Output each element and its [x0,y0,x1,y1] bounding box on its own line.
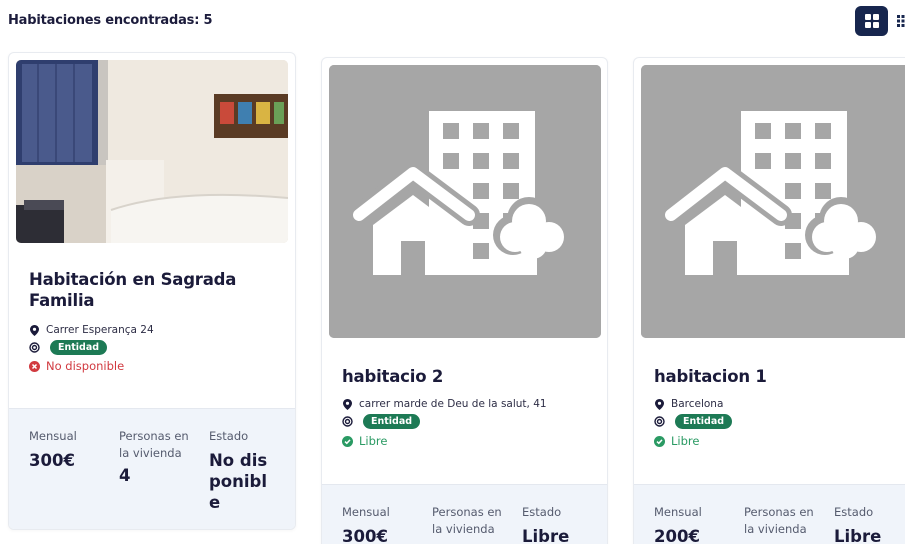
monthly-label: Mensual [29,429,77,443]
state-stat: Estado Libre [834,504,904,544]
state-label: Estado [834,505,874,519]
card-footer: Mensual 200€ Personas en la vivienda Est… [634,484,905,544]
monthly-value: 300€ [342,527,388,544]
entity-line: Entidad [342,414,421,429]
building-placeholder-icon [329,65,601,338]
monthly-stat: Mensual 300€ [29,428,77,471]
grid-large-icon [864,14,879,28]
card-footer: Mensual 300€ Personas en la vivienda Est… [322,484,607,544]
room-photo[interactable] [16,60,288,243]
monthly-stat: Mensual 200€ [654,504,702,544]
room-title[interactable]: habitacio 2 [342,366,443,387]
address-line: carrer marde de Deu de la salut, 41 [342,398,547,410]
room-photo[interactable] [641,65,905,338]
monthly-value: 300€ [29,451,75,470]
monthly-label: Mensual [342,505,390,519]
monthly-stat: Mensual 300€ [342,504,390,544]
target-icon [29,342,40,353]
status-text: No disponible [46,359,125,373]
address-line: Barcelona [654,398,723,410]
persons-value: 4 [119,466,131,485]
state-value: No disponible [209,451,268,512]
check-circle-icon [654,435,665,447]
persons-stat: Personas en la vivienda [432,504,502,538]
room-card[interactable]: habitacion 1 Barcelona Entidad Libre Men… [633,57,905,544]
building-placeholder-icon [641,65,905,338]
entity-badge: Entidad [50,340,108,355]
bedroom-photo [16,60,288,243]
map-pin-icon [342,398,353,410]
status-line: No disponible [29,359,124,373]
status-line: Libre [654,434,699,448]
room-title[interactable]: Habitación en Sagrada Familia [29,269,279,311]
persons-stat: Personas en la vivienda [744,504,814,538]
state-value: Libre [522,527,570,544]
entity-badge: Entidad [363,414,421,429]
grid-small-icon [897,15,905,27]
check-circle-icon [342,435,353,447]
status-text: Libre [671,434,700,448]
room-card[interactable]: habitacio 2 carrer marde de Deu de la sa… [321,57,608,544]
state-stat: Estado No disponible [209,428,279,513]
monthly-value: 200€ [654,527,700,544]
state-label: Estado [209,429,249,443]
compact-grid-view-button[interactable] [894,6,905,36]
status-text: Libre [359,434,388,448]
state-label: Estado [522,505,562,519]
state-value: Libre [834,527,882,544]
address-line: Carrer Esperança 24 [29,324,154,336]
room-title[interactable]: habitacion 1 [654,366,767,387]
entity-badge: Entidad [675,414,733,429]
status-line: Libre [342,434,387,448]
persons-stat: Personas en la vivienda 4 [119,428,189,486]
room-photo[interactable] [329,65,601,338]
address-text: carrer marde de Deu de la salut, 41 [359,398,547,410]
map-pin-icon [654,398,665,410]
monthly-label: Mensual [654,505,702,519]
state-stat: Estado Libre [522,504,592,544]
address-text: Barcelona [671,398,724,410]
target-icon [342,416,353,427]
persons-label: Personas en la vivienda [432,505,502,536]
error-circle-icon [29,360,40,372]
card-footer: Mensual 300€ Personas en la vivienda 4 E… [9,408,295,529]
map-pin-icon [29,324,40,336]
target-icon [654,416,665,427]
entity-line: Entidad [29,340,108,355]
results-count: Habitaciones encontradas: 5 [8,13,213,28]
room-card[interactable]: Habitación en Sagrada Familia Carrer Esp… [8,52,296,530]
persons-label: Personas en la vivienda [744,505,814,536]
address-text: Carrer Esperança 24 [46,324,154,336]
grid-view-button[interactable] [855,6,888,36]
entity-line: Entidad [654,414,733,429]
persons-label: Personas en la vivienda [119,429,189,460]
